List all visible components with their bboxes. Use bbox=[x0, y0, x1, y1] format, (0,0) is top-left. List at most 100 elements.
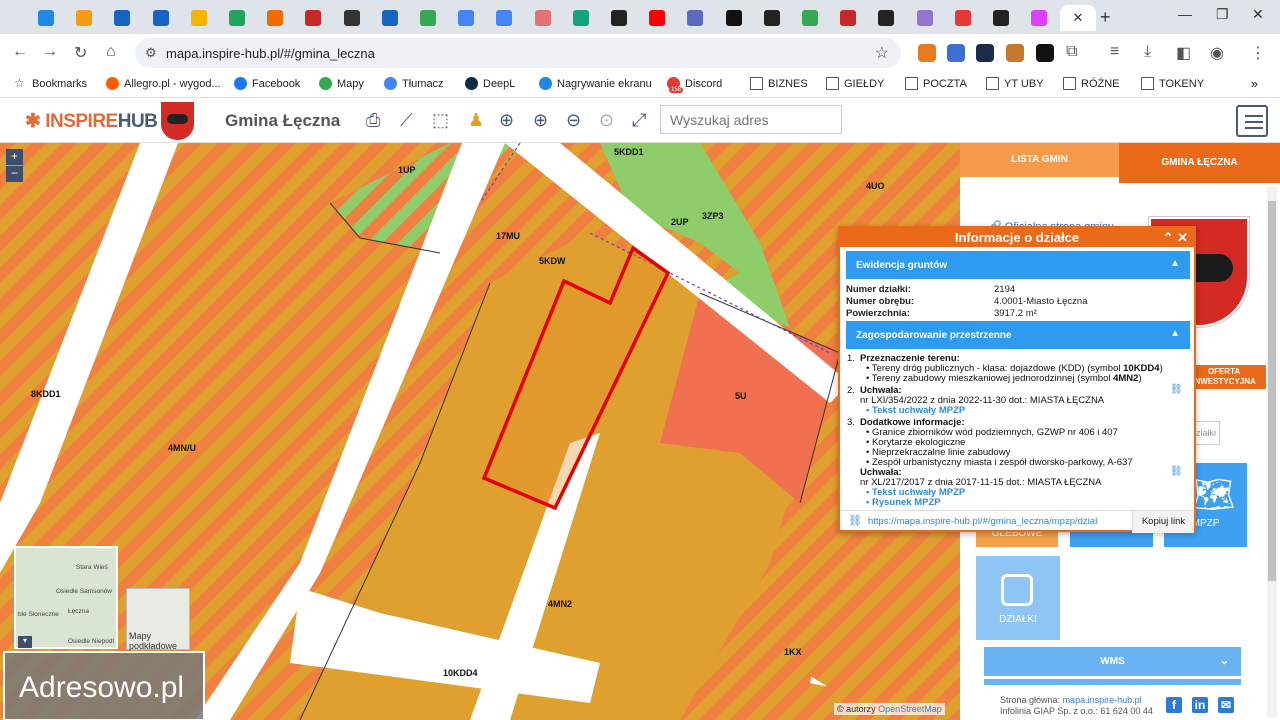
bookmark-maps[interactable]: Mapy bbox=[319, 77, 364, 90]
browser-tab[interactable] bbox=[563, 5, 599, 31]
browser-tab[interactable] bbox=[639, 5, 675, 31]
browser-tab[interactable] bbox=[1021, 5, 1057, 31]
browser-tab[interactable] bbox=[181, 5, 217, 31]
plan-drawing-link[interactable]: • Rysunek MPZP bbox=[866, 497, 941, 508]
browser-tab[interactable] bbox=[448, 5, 484, 31]
browser-tab[interactable] bbox=[66, 5, 102, 31]
download-icon[interactable]: ⤓ bbox=[1144, 43, 1151, 61]
zoom-previous-icon[interactable]: ⊙ bbox=[599, 110, 614, 131]
bookmark-folder[interactable]: TOKENY bbox=[1141, 77, 1204, 90]
browser-tab[interactable] bbox=[143, 5, 179, 31]
link-icon[interactable]: ⛓ bbox=[1170, 466, 1183, 477]
browser-tab[interactable] bbox=[716, 5, 752, 31]
address-search-input[interactable] bbox=[660, 105, 842, 134]
media-icon[interactable]: ≡ bbox=[1110, 43, 1119, 61]
basemaps-switcher[interactable]: Mapy podkładowe bbox=[126, 588, 190, 651]
bookmark-star[interactable]: ☆ Bookmarks bbox=[14, 77, 87, 90]
tab-close-icon[interactable]: ✕ bbox=[1073, 10, 1084, 26]
inspire-hub-logo[interactable]: ✱ INSPIREHUB bbox=[25, 110, 158, 133]
email-icon[interactable]: ✉ bbox=[1218, 697, 1234, 713]
bookmark-folder[interactable]: GIEŁDY bbox=[826, 77, 884, 90]
map-view[interactable]: 5KDD1 1UP 4UO 17MU 2UP 3ZP3 5KDW 8KDD1 5… bbox=[0, 143, 960, 720]
browser-tab[interactable] bbox=[945, 5, 981, 31]
forward-icon[interactable]: → bbox=[42, 43, 58, 61]
bookmark-text-cursor[interactable]: Nagrywanie ekranu bbox=[539, 77, 652, 90]
browser-tab[interactable] bbox=[677, 5, 713, 31]
browser-tab[interactable] bbox=[792, 5, 828, 31]
browser-tab[interactable] bbox=[410, 5, 446, 31]
extension-icon[interactable] bbox=[947, 44, 965, 62]
bookmark-deepl[interactable]: DeepL bbox=[465, 77, 515, 90]
new-tab-button[interactable]: + bbox=[1100, 7, 1111, 28]
close-window-icon[interactable]: ✕ bbox=[1252, 6, 1264, 23]
browser-menu-icon[interactable]: ⋮ bbox=[1250, 43, 1266, 63]
bookmark-allegro[interactable]: Allegro.pl - wygod... bbox=[106, 77, 221, 90]
collapse-icon[interactable]: ⌃ bbox=[1163, 230, 1174, 245]
measure-area-icon[interactable]: ⬚ bbox=[432, 110, 449, 131]
map-zoom-in-button[interactable]: + bbox=[6, 149, 23, 165]
profile-icon[interactable]: ◉ bbox=[1210, 43, 1224, 63]
facebook-icon[interactable]: f bbox=[1166, 697, 1182, 713]
metamask-extension-icon[interactable] bbox=[918, 44, 936, 62]
browser-tab[interactable] bbox=[486, 5, 522, 31]
active-tab[interactable]: ✕ bbox=[1060, 5, 1096, 31]
side-panel-icon[interactable]: ◧ bbox=[1176, 43, 1191, 63]
browser-tab[interactable] bbox=[28, 5, 64, 31]
sidebar-scrollbar[interactable] bbox=[1267, 187, 1277, 717]
extensions-puzzle-icon[interactable]: ⧉ bbox=[1066, 43, 1077, 61]
homepage-link[interactable]: mapa.inspire-hub.pl bbox=[1063, 695, 1142, 705]
browser-tab[interactable] bbox=[372, 5, 408, 31]
minimap-toggle-icon[interactable]: ▾ bbox=[18, 636, 32, 648]
bookmark-folder[interactable]: POCZTA bbox=[905, 77, 967, 90]
more-bookmarks-icon[interactable]: » bbox=[1251, 76, 1258, 91]
browser-tab[interactable] bbox=[334, 5, 370, 31]
minimize-icon[interactable]: — bbox=[1178, 6, 1192, 22]
tile-dzialki[interactable]: DZIAŁKI bbox=[976, 556, 1060, 640]
locate-icon[interactable]: ⊕ bbox=[499, 110, 514, 131]
bookmark-facebook[interactable]: Facebook bbox=[234, 77, 300, 90]
tab-lista-gmin[interactable]: LISTA GMIN bbox=[960, 143, 1119, 177]
browser-tab[interactable] bbox=[257, 5, 293, 31]
fullscreen-icon[interactable]: ⤢ bbox=[632, 110, 646, 131]
linkedin-icon[interactable]: in bbox=[1192, 697, 1208, 713]
extension-icon[interactable] bbox=[1006, 44, 1024, 62]
link-icon[interactable]: ⛓ bbox=[1170, 384, 1183, 395]
bookmark-folder[interactable]: YT UBY bbox=[986, 77, 1044, 90]
overview-minimap[interactable]: Stara Wieś Osiedle Samsonów Łęczna ble S… bbox=[14, 546, 118, 649]
section-ewidencja[interactable]: Ewidencja gruntów ▲ bbox=[846, 251, 1190, 279]
home-icon[interactable]: ⌂ bbox=[106, 43, 116, 61]
zoom-out-icon[interactable]: ⊖ bbox=[566, 110, 581, 131]
print-icon[interactable]: ⎙ bbox=[366, 110, 380, 131]
browser-tab[interactable] bbox=[868, 5, 904, 31]
measure-line-icon[interactable]: ⟋ bbox=[400, 110, 413, 131]
back-icon[interactable]: ← bbox=[12, 43, 28, 61]
browser-tab[interactable] bbox=[525, 5, 561, 31]
extension-icon[interactable] bbox=[976, 44, 994, 62]
browser-tab[interactable] bbox=[104, 5, 140, 31]
extension-icon[interactable] bbox=[1036, 44, 1054, 62]
streetview-icon[interactable]: ♟ bbox=[468, 110, 484, 131]
address-url[interactable]: mapa.inspire-hub.pl/#/gmina_leczna bbox=[166, 46, 375, 61]
resolution-text-link[interactable]: • Tekst uchwały MPZP bbox=[866, 405, 965, 416]
bookmark-folder[interactable]: BIZNES bbox=[750, 77, 808, 90]
browser-tab[interactable] bbox=[830, 5, 866, 31]
menu-button[interactable] bbox=[1236, 105, 1268, 137]
browser-tab[interactable] bbox=[907, 5, 943, 31]
bookmark-translate[interactable]: Tłumacz bbox=[384, 77, 444, 90]
wms-accordion[interactable]: WMS ⌄ bbox=[984, 647, 1241, 676]
bookmark-star-icon[interactable]: ☆ bbox=[875, 43, 889, 63]
browser-tab[interactable] bbox=[601, 5, 637, 31]
zoom-in-icon[interactable]: ⊕ bbox=[533, 110, 548, 131]
reload-icon[interactable]: ↻ bbox=[74, 43, 87, 63]
next-accordion[interactable] bbox=[984, 679, 1241, 685]
maximize-icon[interactable]: ❐ bbox=[1216, 6, 1229, 23]
site-info-icon[interactable]: ⚙ bbox=[145, 45, 157, 61]
close-icon[interactable]: ✕ bbox=[1177, 230, 1188, 245]
tab-gmina-leczna[interactable]: GMINA ŁĘCZNA bbox=[1119, 143, 1280, 183]
osm-link[interactable]: OpenStreetMap bbox=[878, 704, 942, 714]
share-url[interactable]: https://mapa.inspire-hub.pl/#/gmina_lecz… bbox=[868, 516, 1098, 527]
map-zoom-out-button[interactable]: − bbox=[6, 166, 23, 182]
copy-link-button[interactable]: Kopiuj link bbox=[1132, 511, 1194, 533]
section-zagospodarowanie[interactable]: Zagospodarowanie przestrzenne ▲ bbox=[846, 321, 1190, 349]
browser-tab[interactable] bbox=[295, 5, 331, 31]
